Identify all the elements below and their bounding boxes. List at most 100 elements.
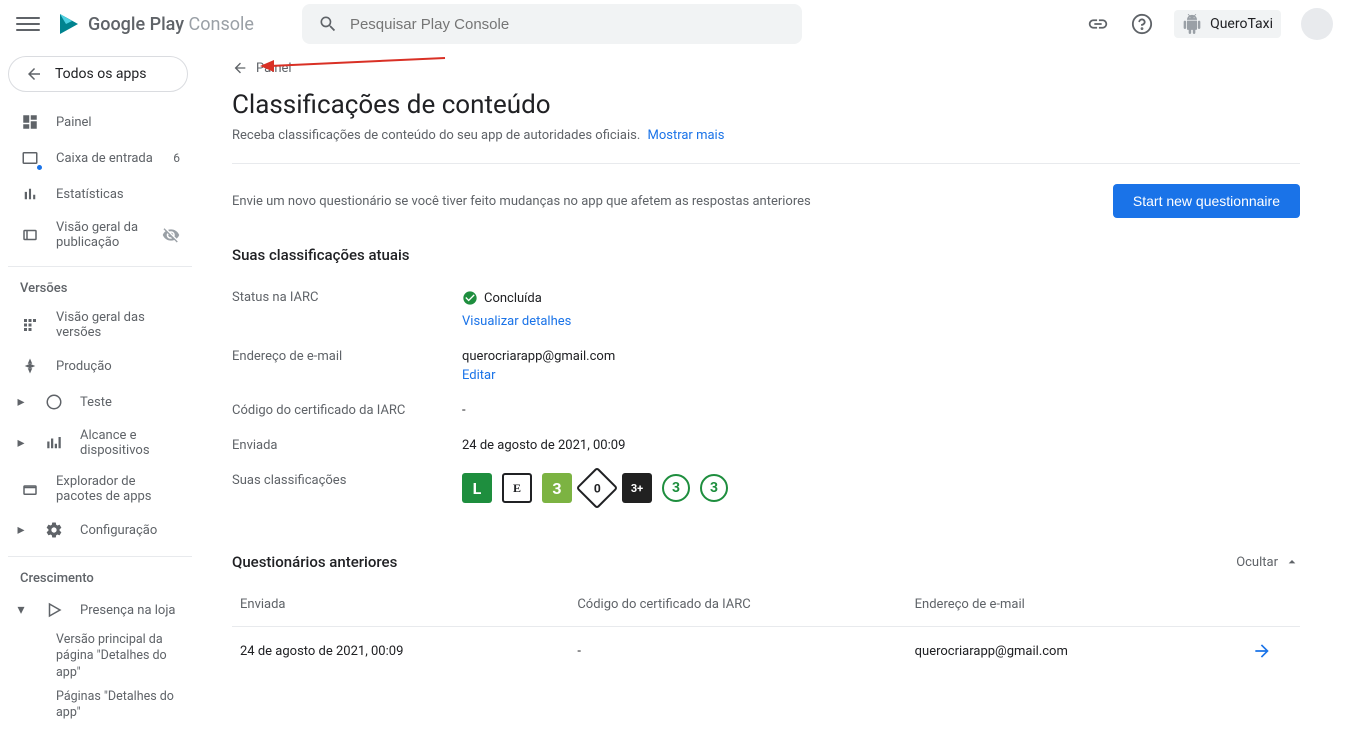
sidebar-item-inbox[interactable]: Caixa de entrada 6 xyxy=(8,140,192,176)
sidebar-item-label: Painel xyxy=(56,115,180,130)
email-label: Endereço de e-mail xyxy=(232,349,462,364)
inbox-icon xyxy=(20,148,40,168)
sidebar-item-setup[interactable]: ▸ Configuração xyxy=(8,512,192,548)
row-arrow-icon[interactable] xyxy=(1252,641,1292,661)
chevron-up-icon xyxy=(1284,554,1300,570)
view-details-link[interactable]: Visualizar detalhes xyxy=(462,314,571,329)
sidebar: Todos os apps Painel Caixa de entrada 6 … xyxy=(0,48,200,729)
brand-logo[interactable]: Google Play Console xyxy=(56,12,254,36)
table-row[interactable]: 24 de agosto de 2021, 00:09 - querocriar… xyxy=(232,627,1300,675)
td-code: - xyxy=(577,644,914,659)
start-questionnaire-button[interactable]: Start new questionnaire xyxy=(1113,184,1300,218)
status-label: Status na IARC xyxy=(232,290,462,305)
chevron-down-icon: ▾ xyxy=(14,602,28,618)
divider xyxy=(232,163,1300,164)
rating-badge-generic-3: 3 xyxy=(662,474,690,502)
sidebar-item-store-presence[interactable]: ▾ Presença na loja xyxy=(8,592,192,628)
th-code: Código do certificado da IARC xyxy=(577,597,914,612)
status-value: Concluída xyxy=(462,290,542,306)
disabled-icon xyxy=(162,226,180,244)
ratings-badges: L E 3 0 3+ 3 3 xyxy=(462,473,728,503)
all-apps-button[interactable]: Todos os apps xyxy=(8,56,188,92)
rating-badge-pegi-3: 3 xyxy=(542,473,572,503)
rocket-icon xyxy=(20,356,40,376)
current-ratings-heading: Suas classificações atuais xyxy=(232,246,1300,264)
account-switcher[interactable]: QueroTaxi xyxy=(1174,10,1281,38)
arrow-left-icon xyxy=(232,60,248,76)
show-more-link[interactable]: Mostrar mais xyxy=(647,128,724,143)
search-icon xyxy=(318,14,338,34)
link-icon[interactable] xyxy=(1086,12,1110,36)
page-subtitle: Receba classificações de conteúdo do seu… xyxy=(232,128,1300,143)
menu-icon[interactable] xyxy=(16,12,40,36)
cert-label: Código do certificado da IARC xyxy=(232,403,462,418)
publishing-icon xyxy=(20,225,40,245)
rating-badge-iarc-3plus: 3+ xyxy=(622,473,652,503)
sidebar-item-label: Teste xyxy=(80,395,180,410)
bundle-icon xyxy=(20,479,40,499)
sent-label: Enviada xyxy=(232,438,462,453)
sidebar-item-label: Explorador de pacotes de apps xyxy=(56,474,180,504)
sidebar-item-releases-overview[interactable]: Visão geral das versões xyxy=(8,302,192,348)
check-circle-icon xyxy=(462,290,478,306)
sent-value: 24 de agosto de 2021, 00:09 xyxy=(462,438,625,453)
cert-value: - xyxy=(462,403,466,418)
breadcrumb-label: Painel xyxy=(256,61,292,76)
sidebar-item-label: Caixa de entrada xyxy=(56,151,157,166)
store-icon xyxy=(44,600,64,620)
search-input[interactable] xyxy=(350,16,786,33)
rating-badge-esrb-e: E xyxy=(502,473,532,503)
chevron-right-icon: ▸ xyxy=(14,435,28,451)
previous-heading: Questionários anteriores xyxy=(232,553,397,571)
dashboard-icon xyxy=(20,112,40,132)
arrow-left-icon xyxy=(25,65,43,83)
all-apps-label: Todos os apps xyxy=(55,66,147,82)
ratings-label: Suas classificações xyxy=(232,473,462,488)
sidebar-item-label: Visão geral das versões xyxy=(56,310,180,340)
sidebar-subitem-listings[interactable]: Páginas "Detalhes do app" xyxy=(8,685,192,726)
sidebar-item-publishing[interactable]: Visão geral da publicação xyxy=(8,212,192,258)
sidebar-section-versions: Versões xyxy=(8,266,192,302)
sidebar-item-reach[interactable]: ▸ Alcance e dispositivos xyxy=(8,420,192,466)
td-email: querocriarapp@gmail.com xyxy=(915,644,1252,659)
chevron-right-icon: ▸ xyxy=(14,394,28,410)
sidebar-badge: 6 xyxy=(173,151,180,165)
rating-badge-usk-0: 0 xyxy=(576,467,618,509)
stats-icon xyxy=(20,184,40,204)
rating-badge-classind-l: L xyxy=(462,473,492,503)
th-sent: Enviada xyxy=(240,597,577,612)
sidebar-item-painel[interactable]: Painel xyxy=(8,104,192,140)
android-icon xyxy=(1182,14,1202,34)
brand-text: Google Play Console xyxy=(88,14,254,35)
sidebar-section-growth: Crescimento xyxy=(8,556,192,592)
gear-icon xyxy=(44,520,64,540)
avatar[interactable] xyxy=(1301,8,1333,40)
chevron-right-icon: ▸ xyxy=(14,522,28,538)
main-content: Painel Classificações de conteúdo Receba… xyxy=(200,48,1340,729)
devices-icon xyxy=(44,433,64,453)
sidebar-item-label: Presença na loja xyxy=(80,603,180,618)
table-header: Enviada Código do certificado da IARC En… xyxy=(232,583,1300,627)
hide-toggle[interactable]: Ocultar xyxy=(1236,554,1300,570)
email-value: querocriarapp@gmail.com xyxy=(462,349,615,364)
sidebar-item-stats[interactable]: Estatísticas xyxy=(8,176,192,212)
rating-badge-generic-3-alt: 3 xyxy=(700,474,728,502)
edit-email-link[interactable]: Editar xyxy=(462,368,615,383)
sidebar-item-label: Alcance e dispositivos xyxy=(80,428,180,458)
help-icon[interactable] xyxy=(1130,12,1154,36)
breadcrumb-back[interactable]: Painel xyxy=(232,48,1300,76)
account-app-name: QueroTaxi xyxy=(1210,16,1273,32)
search-box[interactable] xyxy=(302,4,802,44)
sidebar-item-testing[interactable]: ▸ Teste xyxy=(8,384,192,420)
sidebar-item-label: Configuração xyxy=(80,523,180,538)
td-sent: 24 de agosto de 2021, 00:09 xyxy=(240,644,577,659)
sidebar-item-label: Estatísticas xyxy=(56,187,180,202)
flask-icon xyxy=(44,392,64,412)
sidebar-item-label: Visão geral da publicação xyxy=(56,220,146,250)
sidebar-item-production[interactable]: Produção xyxy=(8,348,192,384)
th-email: Endereço de e-mail xyxy=(915,597,1252,612)
sidebar-item-label: Produção xyxy=(56,359,180,374)
sidebar-item-bundle-explorer[interactable]: Explorador de pacotes de apps xyxy=(8,466,192,512)
hint-text: Envie um novo questionário se você tiver… xyxy=(232,194,1113,209)
sidebar-subitem-main-listing[interactable]: Versão principal da página "Detalhes do … xyxy=(8,628,192,685)
